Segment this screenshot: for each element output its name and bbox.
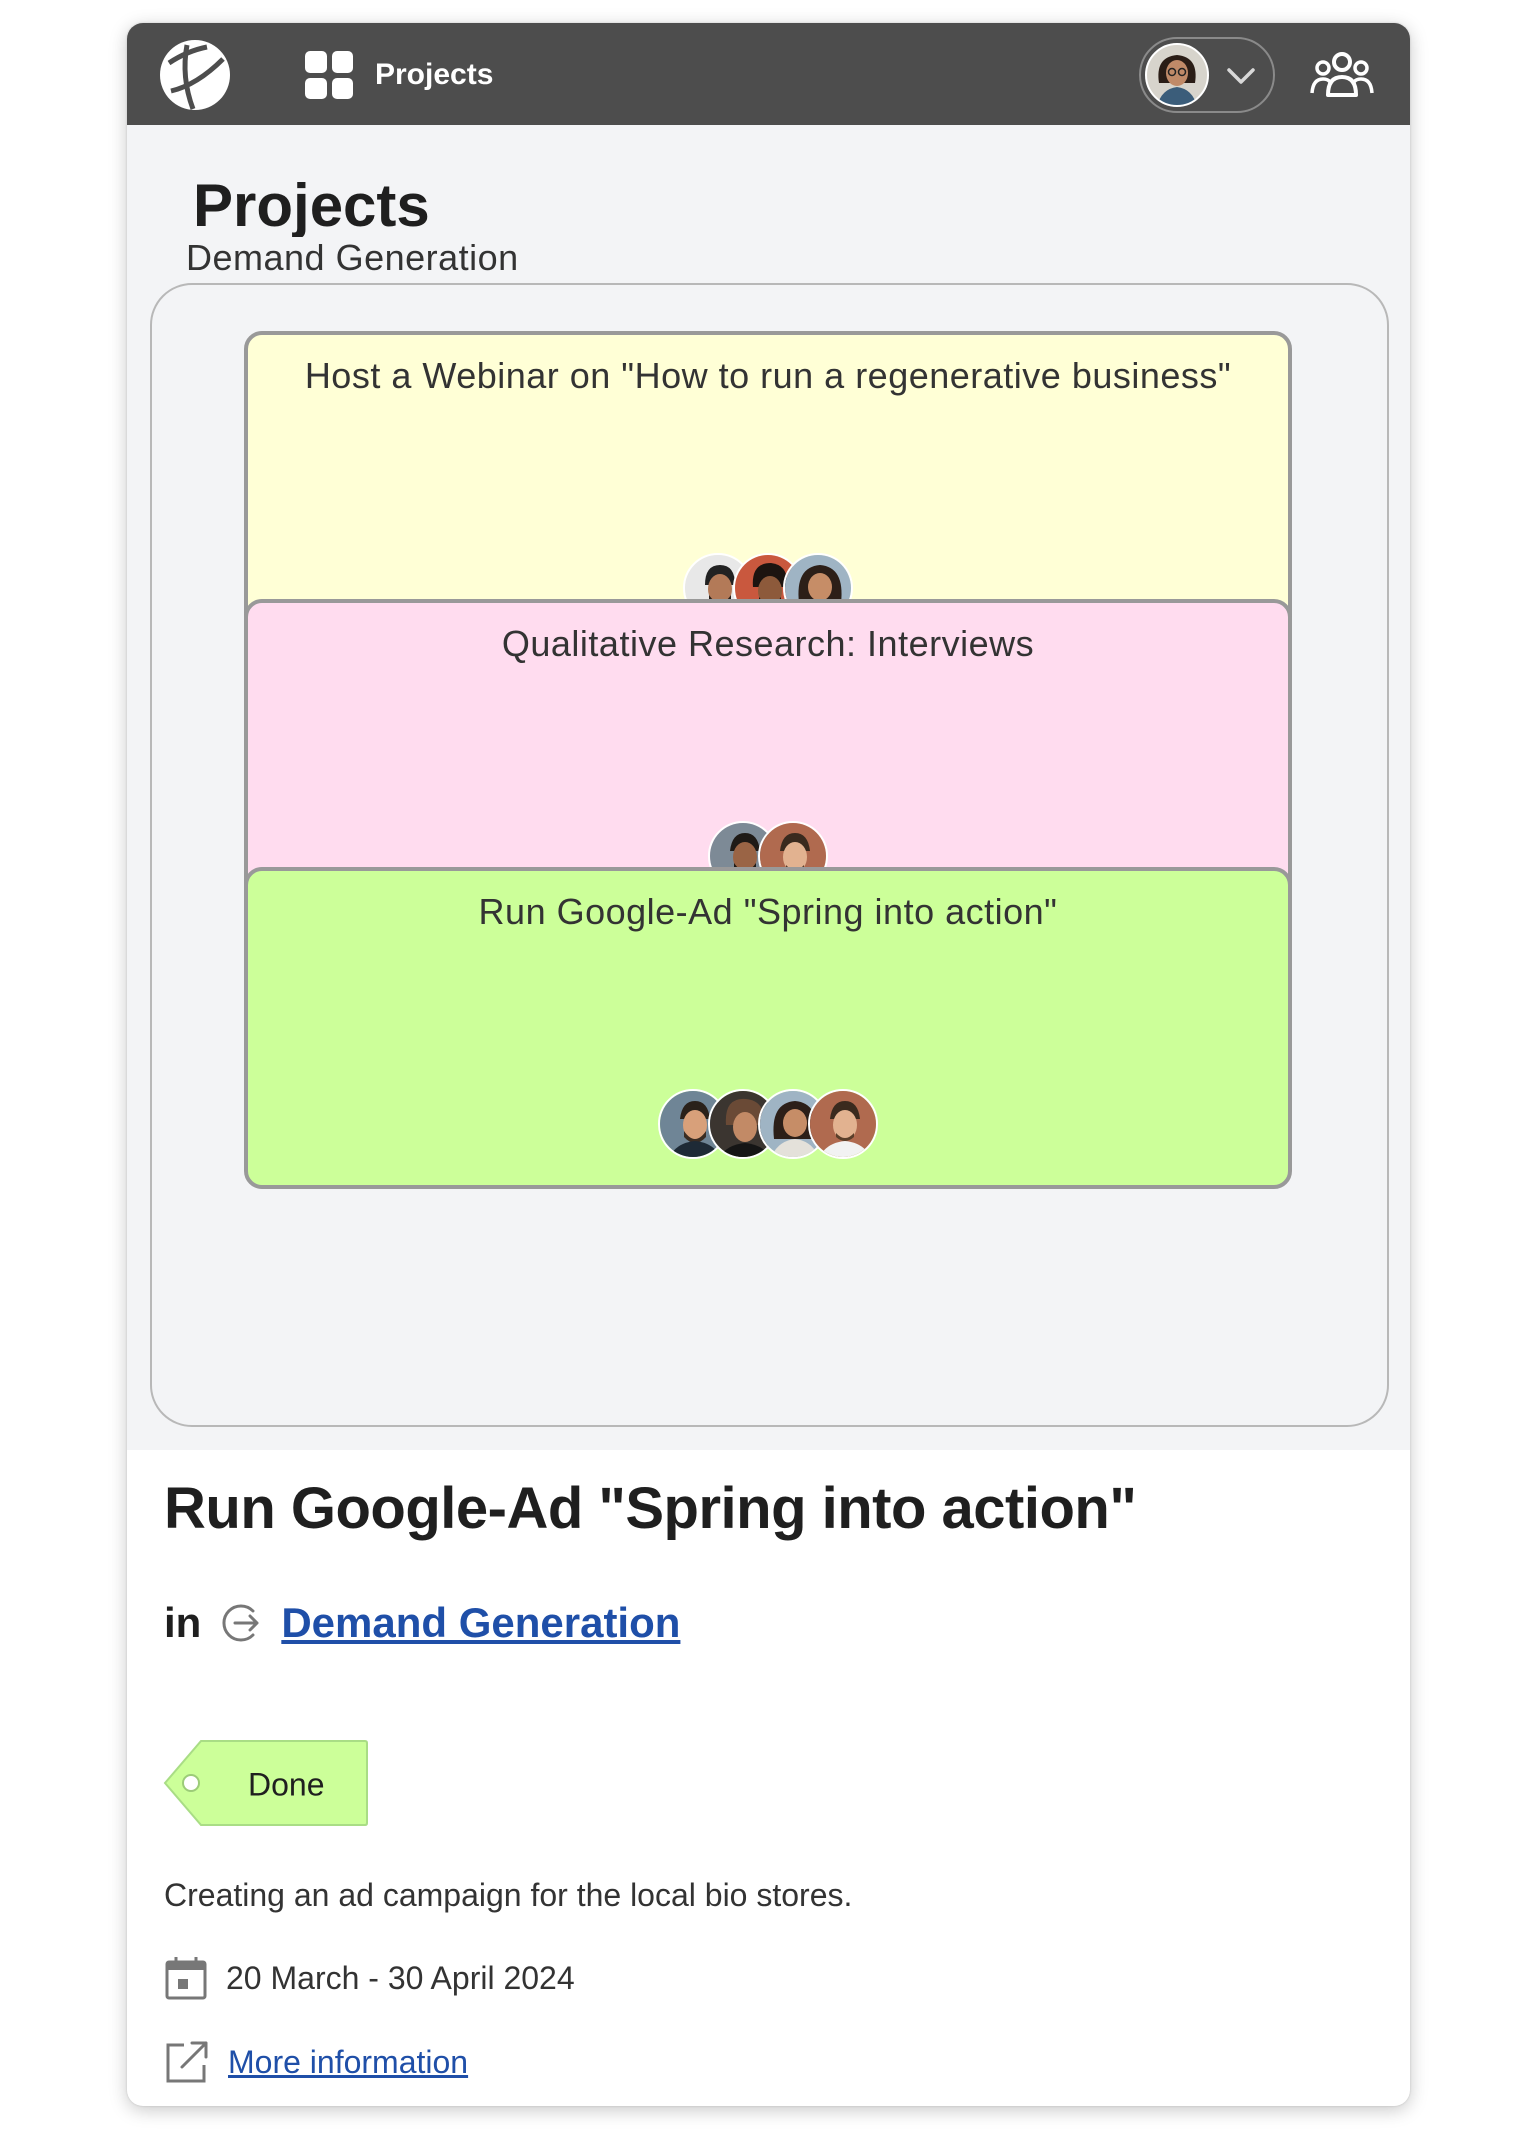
profile-menu-button[interactable] — [1139, 37, 1275, 113]
grid-icon — [305, 51, 353, 99]
external-link-icon — [166, 2041, 208, 2083]
group-link-icon — [222, 1604, 259, 1642]
detail-title: Run Google-Ad "Spring into action" — [164, 1476, 1137, 1541]
date-text: 20 March - 30 April 2024 — [226, 1959, 575, 1996]
group-link[interactable]: Demand Generation — [281, 1599, 680, 1647]
card-title: Host a Webinar on "How to run a regenera… — [304, 355, 1232, 396]
in-label: in — [164, 1599, 202, 1646]
nav-projects[interactable]: Projects — [305, 51, 493, 99]
team-icon[interactable] — [1310, 49, 1374, 99]
profile-avatar — [1145, 43, 1209, 107]
calendar-icon — [165, 1957, 207, 2000]
more-information-link[interactable]: More information — [228, 2044, 468, 2081]
app-window: Projects Projects Demand Generation Host… — [127, 23, 1410, 2106]
group-label: Demand Generation — [172, 237, 533, 279]
app-logo-icon[interactable] — [157, 37, 233, 113]
card-title: Qualitative Research: Interviews — [501, 623, 1035, 664]
card-title: Run Google-Ad "Spring into action" — [478, 891, 1058, 932]
top-bar: Projects — [127, 23, 1410, 125]
status-label: Done — [248, 1766, 325, 1803]
member-avatar — [808, 1089, 878, 1159]
project-description: Creating an ad campaign for the local bi… — [164, 1877, 853, 1913]
member-avatars — [248, 1089, 1288, 1159]
group-breadcrumb: in Demand Generation — [164, 1595, 680, 1651]
chevron-down-icon — [1227, 68, 1255, 84]
projects-board: Projects Demand Generation Host a Webina… — [127, 125, 1410, 1450]
page-title: Projects — [193, 172, 430, 239]
project-card[interactable]: Run Google-Ad "Spring into action" — [244, 867, 1292, 1189]
date-range: 20 March - 30 April 2024 — [164, 1953, 575, 2003]
nav-projects-label: Projects — [375, 58, 494, 91]
more-information: More information — [164, 2037, 468, 2087]
